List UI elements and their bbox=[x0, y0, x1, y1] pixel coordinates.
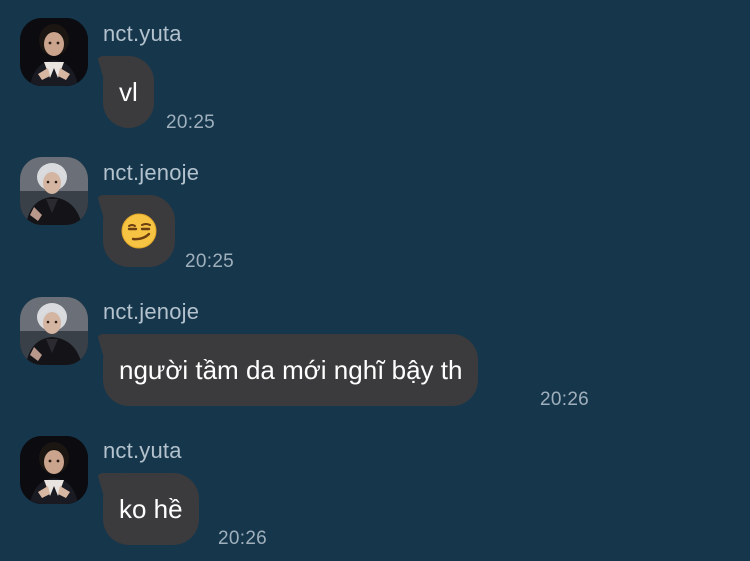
avatar-jenoje[interactable] bbox=[20, 157, 88, 225]
avatar-jenoje[interactable] bbox=[20, 297, 88, 365]
avatar-yuta[interactable] bbox=[20, 436, 88, 504]
message-bubble[interactable]: ko hề bbox=[103, 473, 199, 545]
profile-photo-icon bbox=[20, 157, 88, 225]
profile-photo-icon bbox=[20, 436, 88, 504]
sender-name: nct.jenoje bbox=[103, 299, 200, 324]
message-text: vl bbox=[119, 77, 138, 107]
message-bubble[interactable]: vl bbox=[103, 56, 154, 128]
message-bubble[interactable]: 😏 bbox=[103, 195, 175, 267]
message-time: 20:26 bbox=[540, 389, 590, 410]
message-time: 20:25 bbox=[166, 112, 216, 133]
sender-name: nct.yuta bbox=[103, 438, 182, 463]
message-text: người tầm da mới nghĩ bậy th bbox=[119, 355, 463, 385]
avatar-yuta[interactable] bbox=[20, 18, 88, 86]
sender-name: nct.jenoje bbox=[103, 160, 200, 185]
message-time: 20:25 bbox=[185, 251, 235, 272]
profile-photo-icon bbox=[20, 18, 88, 86]
message-text: ko hề bbox=[119, 494, 183, 524]
sender-name: nct.yuta bbox=[103, 21, 182, 46]
message-time: 20:26 bbox=[218, 528, 268, 549]
profile-photo-icon bbox=[20, 297, 88, 365]
emoji-smirk-icon bbox=[121, 213, 157, 249]
chat-thread: nct.yuta vl 20:25 nct.jenoje 20:25 nct.j… bbox=[0, 0, 750, 561]
message-bubble[interactable]: người tầm da mới nghĩ bậy th bbox=[103, 334, 479, 406]
